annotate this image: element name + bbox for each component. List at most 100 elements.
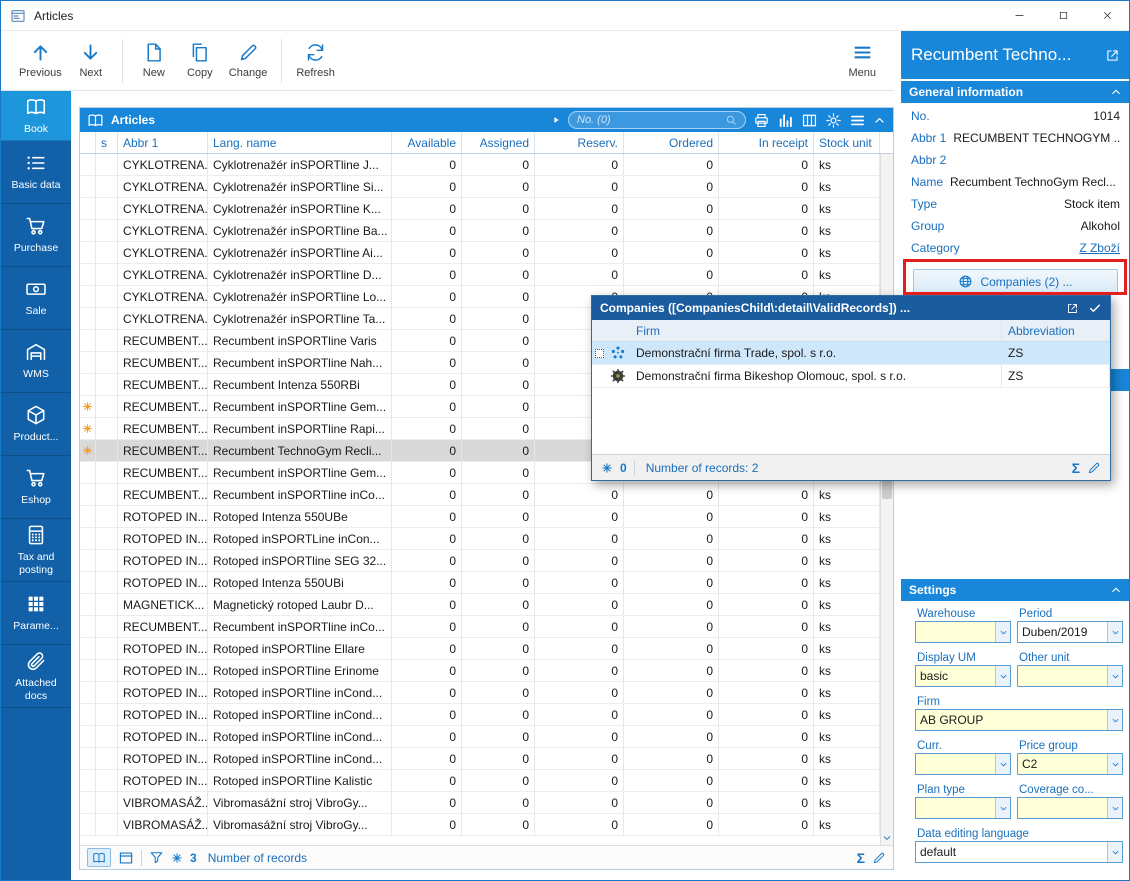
combo-dropdown-button[interactable] (1107, 666, 1122, 686)
search-box[interactable] (568, 111, 746, 129)
search-input[interactable] (577, 114, 721, 126)
table-row[interactable]: CYKLOTRENA...Cyklotrenažér inSPORTline A… (80, 242, 880, 264)
popup-confirm-icon[interactable] (1088, 301, 1102, 315)
popup-column-header-firm[interactable]: Firm (630, 320, 1002, 341)
expand-triangle-icon[interactable] (551, 115, 561, 125)
maximize-button[interactable] (1041, 1, 1085, 30)
sum-icon[interactable]: Σ (857, 851, 865, 865)
table-row[interactable]: ROTOPED IN...Rotoped Intenza 550UBe00000… (80, 506, 880, 528)
combo-dropdown-button[interactable] (995, 666, 1010, 686)
combo-dropdown-button[interactable] (995, 754, 1010, 774)
table-row[interactable]: ROTOPED IN...Rotoped inSPORTline inCond.… (80, 682, 880, 704)
menu-button[interactable]: Menu (842, 39, 882, 82)
popup-sum-icon[interactable]: Σ (1072, 461, 1080, 475)
field-value[interactable]: Z Zboží (1079, 241, 1120, 255)
sidebar-item-basic-data[interactable]: Basic data (1, 141, 71, 204)
companies-button[interactable]: Companies (2) ... (913, 269, 1118, 294)
table-row[interactable]: VIBROMASÁŽ...Vibromasážní stroj VibroGy.… (80, 814, 880, 836)
sidebar-item-eshop[interactable]: Eshop (1, 456, 71, 519)
column-header-lang-name[interactable]: Lang. name (208, 132, 392, 153)
close-button[interactable] (1085, 1, 1129, 30)
popup-row[interactable]: Demonstrační firma Bikeshop Olomouc, spo… (592, 365, 1110, 388)
other-unit-combobox[interactable] (1017, 665, 1123, 687)
grid-menu-icon[interactable] (849, 112, 866, 129)
column-header-available[interactable]: Available (392, 132, 462, 153)
table-row[interactable]: RECUMBENT...Recumbent inSPORTline inCo..… (80, 484, 880, 506)
table-row[interactable]: ROTOPED IN...Rotoped inSPORTline inCond.… (80, 704, 880, 726)
edit-icon[interactable] (872, 851, 886, 865)
refresh-button[interactable]: Refresh (290, 39, 341, 82)
coverage-co-combobox[interactable] (1017, 797, 1123, 819)
data-editing-language-combobox[interactable]: default (915, 841, 1123, 863)
sidebar-item-tax-and-posting[interactable]: Tax and posting (1, 519, 71, 582)
table-row[interactable]: CYKLOTRENA...Cyklotrenažér inSPORTline B… (80, 220, 880, 242)
detail-view-toggle-icon[interactable] (118, 850, 134, 866)
popup-row[interactable]: Demonstrační firma Trade, spol. s r.o.ZS (592, 342, 1110, 365)
table-row[interactable]: ROTOPED IN...Rotoped inSPORTline Kalisti… (80, 770, 880, 792)
table-row[interactable]: ROTOPED IN...Rotoped inSPORTline Ellare0… (80, 638, 880, 660)
table-row[interactable]: VIBROMASÁŽ...Vibromasážní stroj VibroGy.… (80, 792, 880, 814)
table-row[interactable]: ROTOPED IN...Rotoped Intenza 550UBi00000… (80, 572, 880, 594)
gear-icon[interactable] (825, 112, 842, 129)
column-header-in-receipt[interactable]: In receipt (719, 132, 814, 153)
column-header-ordered[interactable]: Ordered (624, 132, 719, 153)
table-row[interactable]: CYKLOTRENA...Cyklotrenažér inSPORTline S… (80, 176, 880, 198)
previous-button[interactable]: Previous (13, 39, 68, 82)
combo-dropdown-button[interactable] (1107, 754, 1122, 774)
table-row[interactable]: MAGNETICK...Magnetický rotoped Laubr D..… (80, 594, 880, 616)
sidebar-item-parame[interactable]: Parame... (1, 582, 71, 645)
scroll-down-icon[interactable] (882, 833, 892, 843)
curr-combobox[interactable] (915, 753, 1011, 775)
grid-scrollbar[interactable] (880, 154, 893, 845)
popup-edit-icon[interactable] (1087, 461, 1101, 475)
table-row[interactable]: ROTOPED IN...Rotoped inSPORTline inCond.… (80, 748, 880, 770)
table-row[interactable]: ROTOPED IN...Rotoped inSPORTLine inCon..… (80, 528, 880, 550)
warehouse-combobox[interactable] (915, 621, 1011, 643)
book-view-toggle[interactable] (87, 848, 111, 867)
chevron-up-icon[interactable] (873, 114, 886, 127)
column-header-s[interactable]: s (96, 132, 118, 153)
column-header-assigned[interactable]: Assigned (462, 132, 535, 153)
table-row[interactable]: CYKLOTRENA...Cyklotrenažér inSPORTline J… (80, 154, 880, 176)
sidebar-item-purchase[interactable]: Purchase (1, 204, 71, 267)
table-row[interactable]: RECUMBENT...Recumbent inSPORTline inCo..… (80, 616, 880, 638)
popup-column-header-abbreviation[interactable]: Abbreviation (1002, 320, 1110, 341)
section-general-information[interactable]: General information (901, 81, 1130, 103)
marked-records-icon[interactable] (171, 852, 183, 864)
columns-icon[interactable] (801, 112, 818, 129)
plan-type-combobox[interactable] (915, 797, 1011, 819)
section-settings[interactable]: Settings (901, 579, 1130, 601)
firm-combobox[interactable]: AB GROUP (915, 709, 1123, 731)
popup-open-icon[interactable] (1066, 302, 1079, 315)
next-button[interactable]: Next (68, 39, 114, 82)
table-row[interactable]: CYKLOTRENA...Cyklotrenažér inSPORTline D… (80, 264, 880, 286)
column-header-abbr-1[interactable]: Abbr 1 (118, 132, 208, 153)
combo-dropdown-button[interactable] (1107, 622, 1122, 642)
combo-dropdown-button[interactable] (995, 798, 1010, 818)
print-icon[interactable] (753, 112, 770, 129)
table-row[interactable]: ROTOPED IN...Rotoped inSPORTline Erinome… (80, 660, 880, 682)
display-um-combobox[interactable]: basic (915, 665, 1011, 687)
column-header-reserv[interactable]: Reserv. (535, 132, 624, 153)
change-button[interactable]: Change (223, 39, 274, 82)
column-header-stock-unit[interactable]: Stock unit (814, 132, 880, 153)
sidebar-item-sale[interactable]: Sale (1, 267, 71, 330)
open-detail-icon[interactable] (1105, 48, 1120, 63)
combo-dropdown-button[interactable] (1107, 842, 1122, 862)
combo-dropdown-button[interactable] (1107, 798, 1122, 818)
combo-dropdown-button[interactable] (995, 622, 1010, 642)
copy-button[interactable]: Copy (177, 39, 223, 82)
sidebar-item-wms[interactable]: WMS (1, 330, 71, 393)
price-group-combobox[interactable]: C2 (1017, 753, 1123, 775)
new-button[interactable]: New (131, 39, 177, 82)
table-row[interactable]: ROTOPED IN...Rotoped inSPORTline SEG 32.… (80, 550, 880, 572)
table-row[interactable]: CYKLOTRENA...Cyklotrenažér inSPORTline K… (80, 198, 880, 220)
popup-marked-records-icon[interactable] (601, 462, 613, 474)
collapse-icon[interactable] (1110, 584, 1122, 596)
sidebar-item-product[interactable]: Product... (1, 393, 71, 456)
period-combobox[interactable]: Duben/2019 (1017, 621, 1123, 643)
sidebar-item-book[interactable]: Book (1, 91, 71, 141)
table-row[interactable]: ROTOPED IN...Rotoped inSPORTline inCond.… (80, 726, 880, 748)
collapse-icon[interactable] (1110, 86, 1122, 98)
chart-icon[interactable] (777, 112, 794, 129)
